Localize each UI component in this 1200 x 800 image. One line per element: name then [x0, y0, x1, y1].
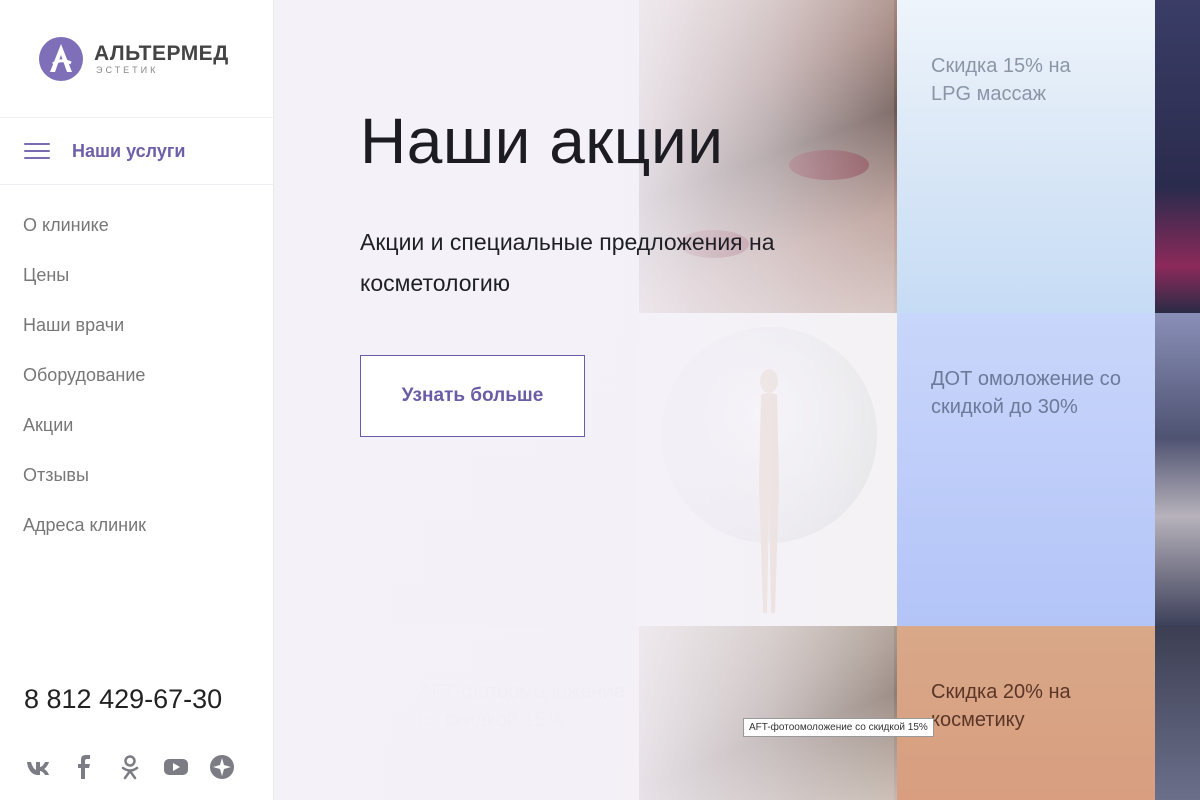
learn-more-button[interactable]: Узнать больше	[360, 355, 585, 437]
promo-photo-tile[interactable]	[639, 313, 897, 626]
sidebar: АЛЬТЕРМЕД ЭСТЕТИК Наши услуги О клинике …	[0, 0, 274, 800]
promo-tile-dot[interactable]: ДОТ омоложение со скидкой до 30%	[897, 313, 1155, 626]
page-title: Наши акции	[360, 105, 724, 177]
brand-sub: ЭСТЕТИК	[96, 65, 159, 75]
odnoklassniki-icon[interactable]	[116, 753, 144, 781]
promo-lpg-text: Скидка 15% на LPG массаж	[931, 55, 1071, 105]
services-menu-button[interactable]: Наши услуги	[0, 117, 274, 185]
services-label: Наши услуги	[72, 140, 186, 161]
nav-item-prices[interactable]: Цены	[23, 260, 146, 310]
promo-dot-text: ДОТ омоложение со скидкой до 30%	[931, 368, 1121, 418]
promo-photo-tile[interactable]	[1155, 0, 1200, 313]
logo[interactable]: АЛЬТЕРМЕД ЭСТЕТИК	[38, 36, 229, 82]
nav-item-doctors[interactable]: Наши врачи	[23, 310, 146, 360]
promo-tile-cosmetics[interactable]: Скидка 20% на косметику	[897, 626, 1155, 800]
youtube-icon[interactable]	[162, 753, 190, 781]
promo-tile-lpg[interactable]: Скидка 15% на LPG массаж	[897, 0, 1155, 313]
tooltip: AFT-фотоомоложение со скидкой 15%	[743, 718, 934, 737]
promotions-hero: Скидка 15% на LPG массаж ДОТ омоложение …	[274, 0, 1200, 800]
nav-item-addresses[interactable]: Адреса клиник	[23, 510, 146, 560]
social-links	[24, 753, 254, 781]
nav-item-reviews[interactable]: Отзывы	[23, 460, 146, 510]
promo-tile-aft[interactable]: AFT-фотоомоложение со скидкой 15%	[384, 626, 639, 800]
menu-icon	[24, 143, 50, 159]
promo-photo-tile[interactable]	[1155, 313, 1200, 626]
facebook-icon[interactable]	[70, 753, 98, 781]
brand-name: АЛЬТЕРМЕД	[94, 42, 229, 65]
nav-item-promotions[interactable]: Акции	[23, 410, 146, 460]
promo-aft-text: AFT-фотоомоложение со скидкой 15%	[418, 681, 625, 731]
phone-number[interactable]: 8 812 429-67-30	[24, 684, 222, 715]
promo-cosmetics-text: Скидка 20% на косметику	[931, 681, 1071, 731]
vk-icon[interactable]	[24, 753, 52, 781]
sidebar-nav: О клинике Цены Наши врачи Оборудование А…	[23, 210, 146, 560]
page-subtitle: Акции и специальные предложения на косме…	[360, 229, 775, 296]
promo-photo-tile[interactable]	[1155, 626, 1200, 800]
nav-item-about[interactable]: О клинике	[23, 210, 146, 260]
star-icon[interactable]	[208, 753, 236, 781]
logo-icon	[39, 37, 83, 81]
nav-item-equipment[interactable]: Оборудование	[23, 360, 146, 410]
promo-photo-tile[interactable]	[639, 626, 897, 800]
